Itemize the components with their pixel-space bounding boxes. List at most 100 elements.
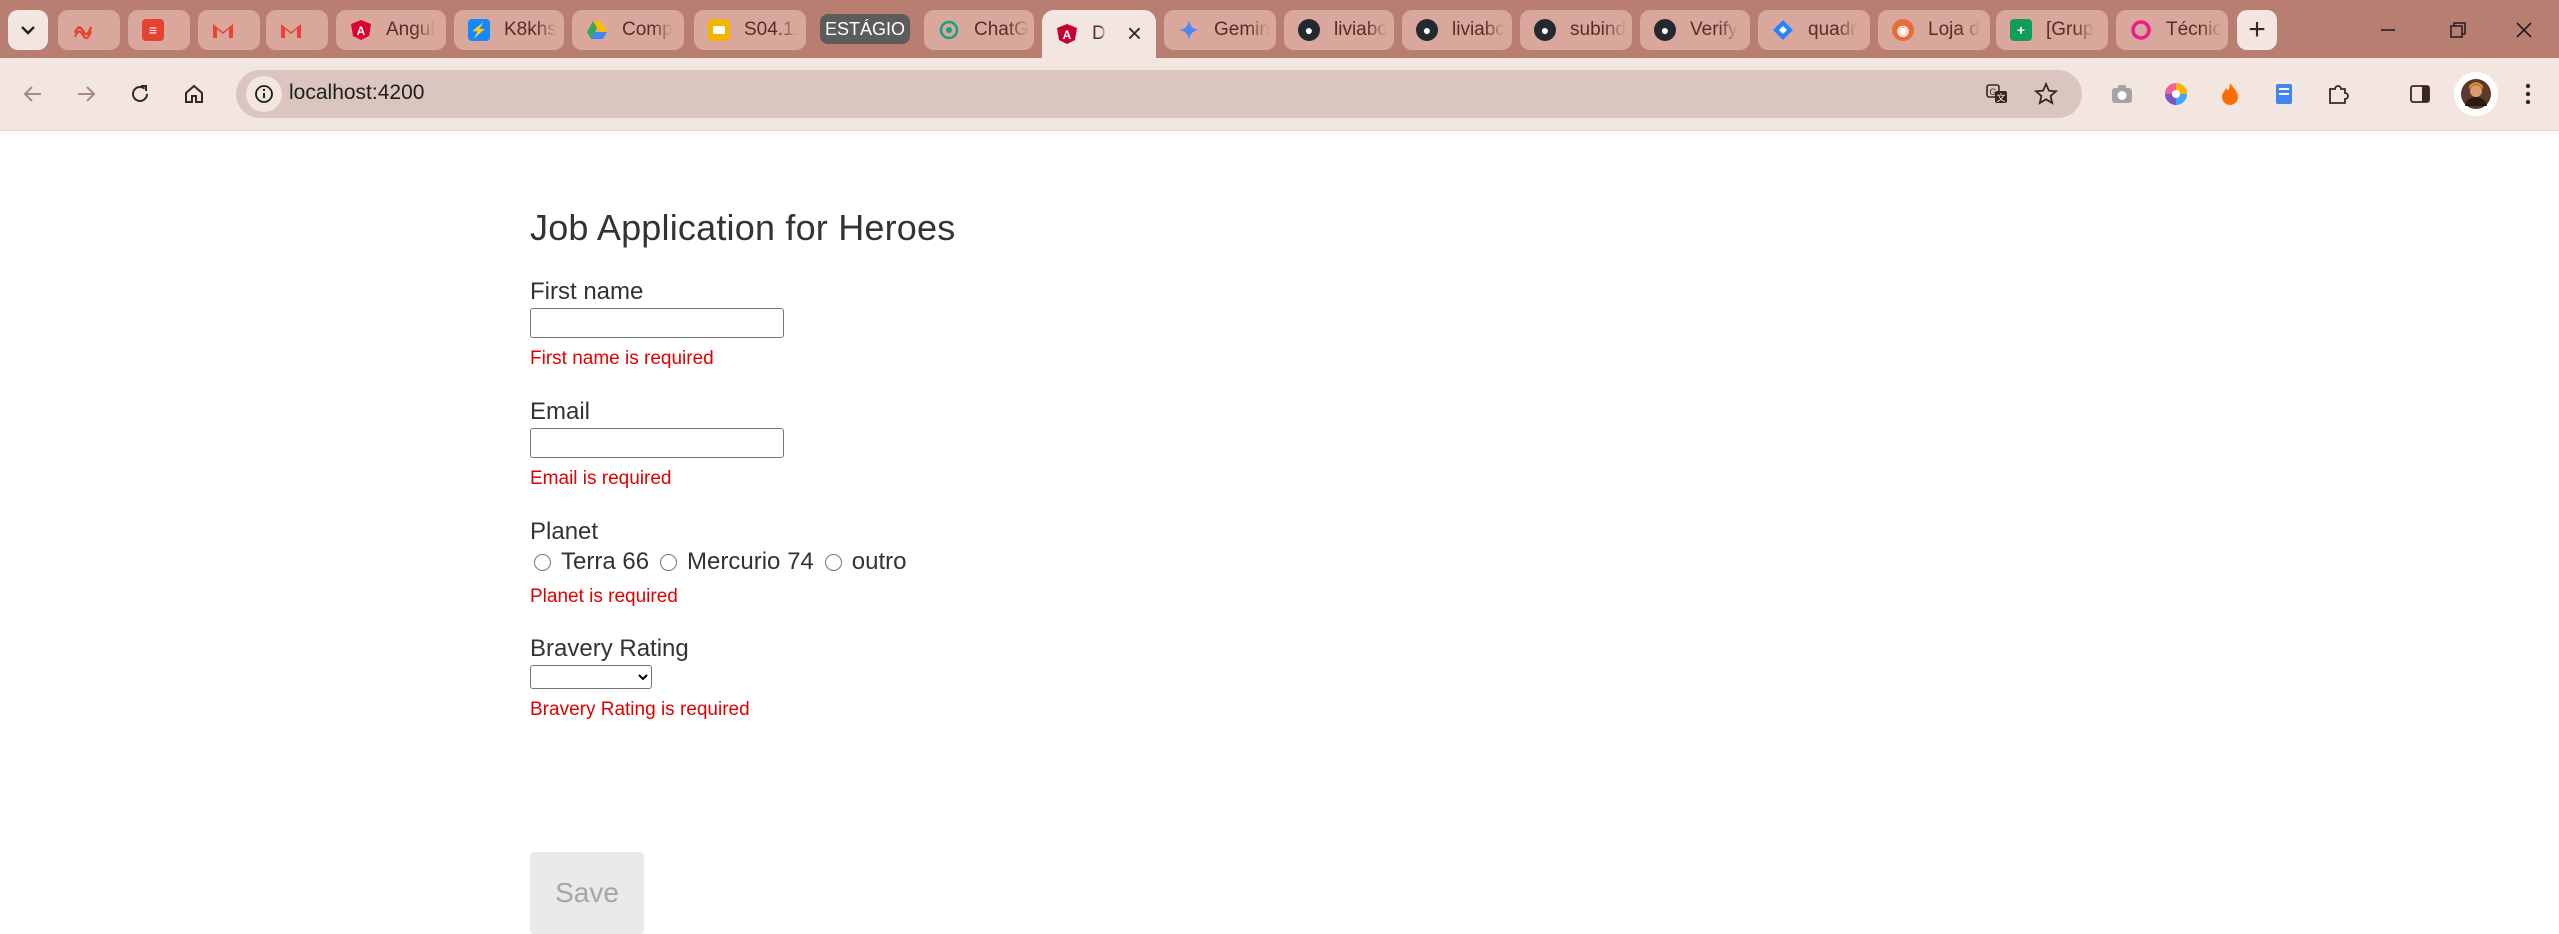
bookmark-button[interactable] bbox=[2030, 78, 2062, 110]
tab-title: ChatG bbox=[974, 19, 1029, 40]
address-bar[interactable]: localhost:4200 G文 bbox=[236, 70, 2082, 118]
planet-option-label: outro bbox=[851, 548, 907, 575]
minimize-icon bbox=[2381, 29, 2395, 31]
browser-tab[interactable] bbox=[266, 10, 328, 50]
arrow-right-icon bbox=[78, 86, 96, 102]
browser-tab[interactable]: ● subind bbox=[1520, 10, 1632, 50]
email-error: Email is required bbox=[530, 468, 672, 489]
chevron-down-icon bbox=[21, 26, 35, 35]
browser-tab[interactable] bbox=[58, 10, 120, 50]
angular-dev-icon: A bbox=[1056, 23, 1078, 45]
notes-extension[interactable] bbox=[2266, 76, 2302, 112]
star-icon bbox=[2034, 82, 2058, 105]
save-button[interactable]: Save bbox=[530, 852, 644, 934]
screenshot-extension[interactable] bbox=[2104, 76, 2140, 112]
tab-title: quadr bbox=[1808, 19, 1857, 40]
google-drive-icon bbox=[586, 19, 608, 41]
document-icon bbox=[2276, 84, 2292, 104]
home-button[interactable] bbox=[172, 72, 216, 116]
planet-label: Planet bbox=[530, 518, 599, 545]
browser-tab[interactable]: ≡ bbox=[128, 10, 190, 50]
bravery-error: Bravery Rating is required bbox=[530, 699, 750, 720]
planet-error: Planet is required bbox=[530, 586, 678, 607]
svg-text:文: 文 bbox=[1996, 92, 2005, 103]
profile-avatar[interactable] bbox=[2454, 72, 2498, 116]
restore-icon bbox=[2450, 22, 2466, 38]
tab-group-chip[interactable]: ESTÁGIO bbox=[820, 14, 910, 44]
home-icon bbox=[185, 84, 203, 103]
bravery-field: Bravery Rating Bravery Rating is require… bbox=[530, 635, 750, 721]
tab-title: [Grup bbox=[2046, 19, 2094, 40]
back-button[interactable] bbox=[11, 72, 55, 116]
close-tab-icon[interactable]: × bbox=[1127, 18, 1142, 49]
svg-text:A: A bbox=[1063, 28, 1072, 42]
reload-button[interactable] bbox=[118, 72, 162, 116]
browser-menu-button[interactable] bbox=[2510, 76, 2546, 112]
planet-radio-outro[interactable] bbox=[824, 553, 842, 571]
browser-tab[interactable]: Comp bbox=[572, 10, 684, 50]
google-sheets-icon: + bbox=[2010, 19, 2032, 41]
browser-tab-active[interactable]: A D × bbox=[1042, 10, 1156, 58]
tab-strip: ≡ A Angul ⚡ K8khs Comp S04.1. ESTÁGIO Ch… bbox=[0, 0, 2559, 58]
browser-toolbar: localhost:4200 G文 bbox=[0, 58, 2559, 131]
bravery-rating-select[interactable] bbox=[530, 665, 652, 689]
first-name-label: First name bbox=[530, 278, 644, 305]
google-slides-icon bbox=[708, 19, 730, 41]
new-tab-button[interactable]: + bbox=[2237, 10, 2277, 50]
translate-button[interactable]: G文 bbox=[1981, 78, 2013, 110]
page-content: Job Application for Heroes First name Fi… bbox=[0, 131, 2559, 934]
restore-button[interactable] bbox=[2428, 10, 2488, 50]
browser-tab[interactable]: A Angul bbox=[336, 10, 446, 50]
bravery-label: Bravery Rating bbox=[530, 635, 689, 662]
browser-tab[interactable]: ⚡ K8khs bbox=[454, 10, 564, 50]
planet-radio-terra-66[interactable] bbox=[534, 553, 551, 571]
camera-icon bbox=[2112, 85, 2132, 103]
gemini-sparkle-icon bbox=[1178, 19, 1200, 41]
first-name-input[interactable] bbox=[530, 308, 784, 338]
browser-tab[interactable]: quadr bbox=[1758, 10, 1870, 50]
forward-button[interactable] bbox=[64, 72, 108, 116]
github-icon: ● bbox=[1298, 19, 1320, 41]
bolt-icon: ⚡ bbox=[468, 19, 490, 41]
color-wheel-icon bbox=[2165, 83, 2187, 105]
tab-title: liviabc bbox=[1452, 19, 1505, 40]
github-icon: ● bbox=[1534, 19, 1556, 41]
browser-tab[interactable]: ChatG bbox=[924, 10, 1034, 50]
tab-title: Gemin bbox=[1214, 19, 1270, 40]
tab-title: Loja d bbox=[1928, 19, 1980, 40]
planet-radio-group: Terra 66 Mercurio 74 outro bbox=[530, 548, 910, 576]
email-input[interactable] bbox=[530, 428, 784, 458]
url-text[interactable]: localhost:4200 bbox=[289, 81, 424, 105]
flame-icon bbox=[2222, 83, 2238, 105]
browser-tab[interactable]: + [Grup bbox=[1996, 10, 2108, 50]
close-icon bbox=[2516, 22, 2532, 38]
side-panel-icon bbox=[2410, 85, 2430, 103]
side-panel-button[interactable] bbox=[2402, 76, 2438, 112]
browser-tab[interactable]: ● Verify bbox=[1640, 10, 1750, 50]
browser-tab[interactable]: Gemin bbox=[1164, 10, 1276, 50]
svg-text:A: A bbox=[357, 24, 366, 38]
browser-tab[interactable]: ● liviabc bbox=[1402, 10, 1512, 50]
browser-tab[interactable]: Técnic bbox=[2116, 10, 2228, 50]
browser-tab[interactable]: ◉ Loja d bbox=[1878, 10, 1990, 50]
tab-title: subind bbox=[1570, 19, 1626, 40]
reload-icon bbox=[132, 85, 148, 102]
browser-tab[interactable] bbox=[198, 10, 260, 50]
flame-extension[interactable] bbox=[2212, 76, 2248, 112]
first-name-error: First name is required bbox=[530, 348, 714, 369]
browser-tab[interactable]: S04.1. bbox=[694, 10, 806, 50]
github-icon: ● bbox=[1654, 19, 1676, 41]
planet-radio-mercurio-74[interactable] bbox=[660, 553, 678, 571]
browser-tab[interactable]: ● liviabc bbox=[1284, 10, 1394, 50]
puzzle-icon bbox=[2329, 85, 2349, 104]
extensions-button[interactable] bbox=[2320, 76, 2356, 112]
avatar-icon bbox=[2461, 79, 2491, 109]
tab-search-button[interactable] bbox=[8, 10, 48, 50]
chatgpt-icon bbox=[938, 19, 960, 41]
color-extension[interactable] bbox=[2158, 76, 2194, 112]
site-info-button[interactable] bbox=[246, 76, 282, 112]
close-window-button[interactable] bbox=[2494, 10, 2554, 50]
tab-title: S04.1. bbox=[744, 19, 799, 40]
tab-title: D bbox=[1092, 23, 1106, 44]
minimize-button[interactable] bbox=[2358, 10, 2418, 50]
